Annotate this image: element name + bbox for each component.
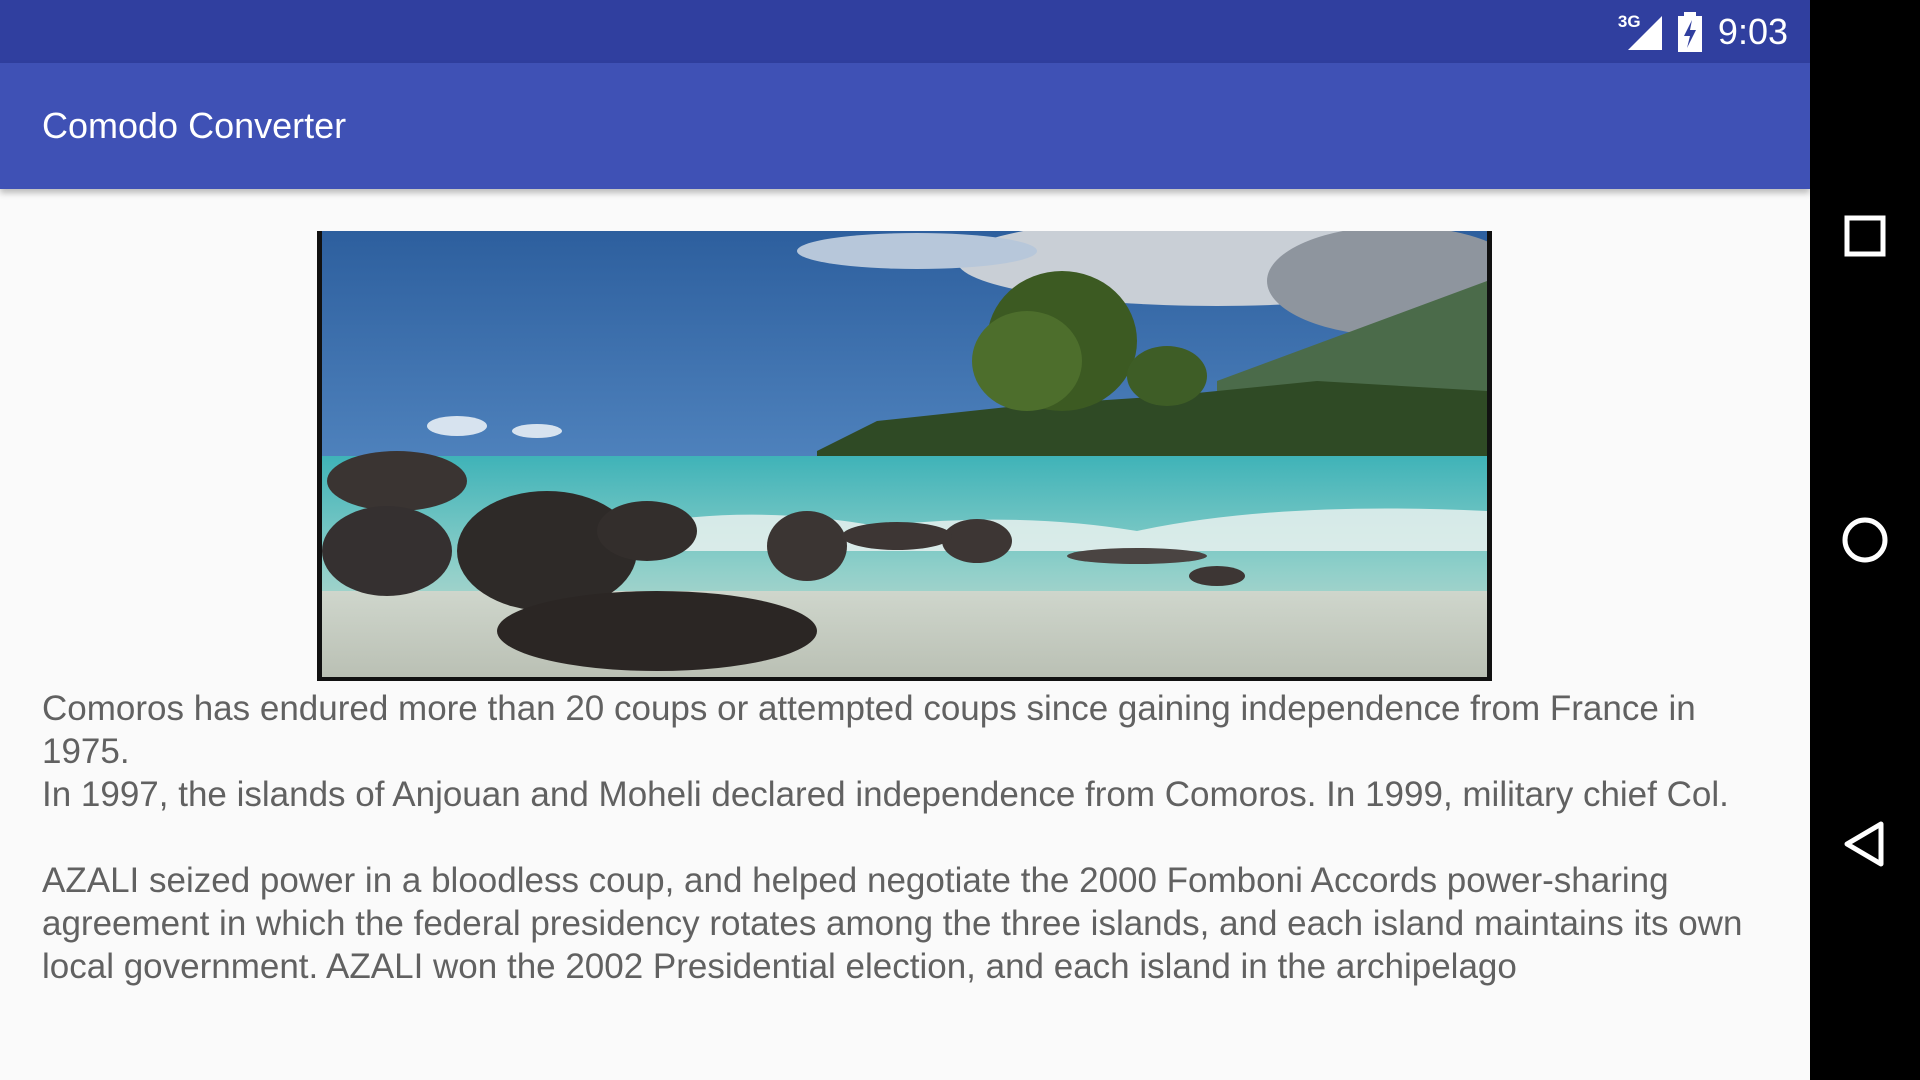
square-icon (1844, 215, 1886, 257)
article-text: Comoros has endured more than 20 coups o… (42, 689, 1743, 986)
app-bar: Comodo Converter (0, 63, 1810, 189)
app-screen: 3G 9:03 Comodo Converter Comoros has end… (0, 0, 1810, 1080)
home-button[interactable] (1835, 510, 1895, 570)
app-title: Comodo Converter (42, 105, 347, 146)
hero-image (317, 231, 1492, 681)
status-icons: 3G 9:03 (1618, 0, 1788, 63)
status-bar: 3G 9:03 (0, 0, 1810, 63)
battery-charging-icon (1676, 11, 1704, 52)
content-scroll-area[interactable]: Comoros has endured more than 20 coups o… (0, 189, 1810, 1080)
navigation-bar (1810, 0, 1920, 1080)
back-button[interactable] (1835, 814, 1895, 874)
signal-icon: 3G (1618, 12, 1662, 52)
status-time: 9:03 (1717, 10, 1788, 52)
triangle-back-icon (1844, 821, 1884, 867)
network-type-label: 3G (1617, 11, 1641, 31)
circle-icon (1842, 517, 1888, 563)
recents-button[interactable] (1835, 206, 1895, 266)
